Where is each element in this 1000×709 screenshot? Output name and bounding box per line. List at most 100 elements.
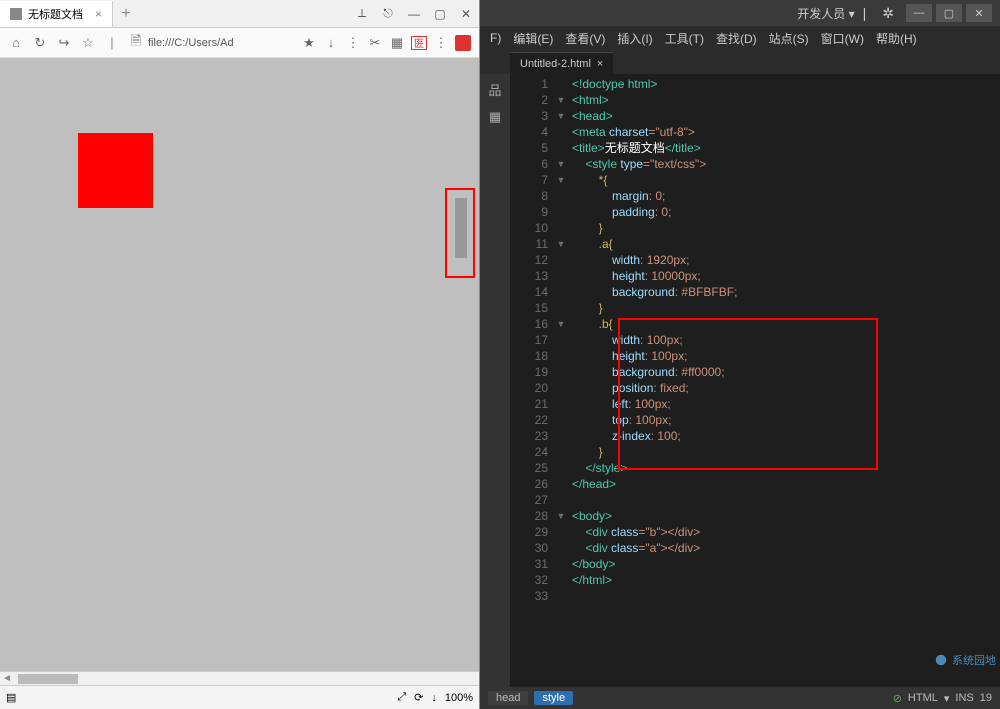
- browser-status-bar: ▤ ⤢ ⟳ ↓ 100%: [0, 685, 479, 709]
- maximize-button[interactable]: ▢: [427, 1, 453, 27]
- extension-badge-icon[interactable]: [455, 35, 471, 51]
- more-dots-icon[interactable]: ⋮: [433, 35, 449, 51]
- fold-marker: [554, 268, 568, 284]
- url-input[interactable]: 🗎 file:///C:/Users/Ad: [128, 35, 293, 51]
- fold-gutter[interactable]: ▼▼▼▼▼▼▼: [554, 74, 568, 687]
- refresh-status-icon[interactable]: ⟳: [414, 691, 423, 704]
- close-icon[interactable]: ×: [597, 58, 603, 70]
- ide-minimize-button[interactable]: —: [906, 4, 932, 22]
- close-icon[interactable]: ×: [95, 7, 102, 21]
- line-number: 15: [510, 300, 548, 316]
- scroll-left-icon[interactable]: ◄: [0, 673, 14, 684]
- new-tab-button[interactable]: +: [113, 5, 139, 23]
- favorite-icon[interactable]: ☆: [80, 35, 96, 51]
- line-number: 33: [510, 588, 548, 604]
- fold-marker: [554, 76, 568, 92]
- window-split-icon[interactable]: ⟂: [349, 1, 375, 27]
- breadcrumb-style[interactable]: style: [534, 691, 573, 705]
- ide-window: 开发人员 ▾ | ✲ — ▢ ✕ F) 编辑(E) 查看(V) 插入(I) 工具…: [480, 0, 1000, 709]
- gear-icon[interactable]: ✲: [882, 5, 894, 22]
- home-icon[interactable]: ⌂: [8, 35, 24, 51]
- menu-edit[interactable]: 编辑(E): [507, 30, 559, 47]
- language-mode[interactable]: HTML: [908, 692, 938, 704]
- ide-title-bar: 开发人员 ▾ | ✲ — ▢ ✕: [480, 0, 1000, 26]
- fold-marker: [554, 524, 568, 540]
- menu-file[interactable]: F): [484, 31, 507, 45]
- ext-icon[interactable]: 匥: [411, 36, 427, 50]
- file-tab[interactable]: Untitled-2.html ×: [510, 52, 613, 74]
- window-extra-icon[interactable]: ⎋: [375, 1, 401, 27]
- line-number: 1: [510, 76, 548, 92]
- ide-status-bar: head style ⊘ HTML ▾ INS 19: [480, 687, 1000, 709]
- more-icon[interactable]: ⋮: [345, 35, 361, 51]
- horizontal-scrollbar[interactable]: ◄: [0, 671, 479, 685]
- menu-tools[interactable]: 工具(T): [659, 30, 710, 47]
- chevron-down-icon[interactable]: ▾: [944, 692, 950, 705]
- fold-marker: [554, 396, 568, 412]
- layout-icon[interactable]: ▤: [6, 691, 16, 704]
- ide-close-button[interactable]: ✕: [966, 4, 992, 22]
- menu-site[interactable]: 站点(S): [763, 30, 815, 47]
- code-editor[interactable]: <!doctype html> <html> <head> <meta char…: [568, 74, 1000, 687]
- line-number: 28: [510, 508, 548, 524]
- fold-marker[interactable]: ▼: [554, 172, 568, 188]
- fold-marker: [554, 284, 568, 300]
- fold-marker[interactable]: ▼: [554, 316, 568, 332]
- page-viewport[interactable]: [0, 58, 479, 671]
- structure-icon[interactable]: 品: [486, 80, 504, 98]
- line-number: 2: [510, 92, 548, 108]
- line-number: 18: [510, 348, 548, 364]
- ide-maximize-button[interactable]: ▢: [936, 4, 962, 22]
- menu-view[interactable]: 查看(V): [559, 30, 611, 47]
- fold-marker[interactable]: ▼: [554, 108, 568, 124]
- close-window-button[interactable]: ✕: [453, 1, 479, 27]
- line-number: 26: [510, 476, 548, 492]
- page-icon: 🗎: [128, 35, 144, 51]
- editor-area: 品 ▦ 123456789101112131415161718192021222…: [480, 74, 1000, 687]
- toolbar-icons: ★ ↓ ⋮ ✂ ▦ 匥 ⋮: [301, 35, 471, 51]
- scissor-icon[interactable]: ✂: [367, 35, 383, 51]
- browser-tab[interactable]: 无标题文档 ×: [0, 1, 113, 27]
- fold-marker: [554, 428, 568, 444]
- fold-marker: [554, 412, 568, 428]
- line-number: 4: [510, 124, 548, 140]
- fold-marker: [554, 252, 568, 268]
- line-number: 5: [510, 140, 548, 156]
- menu-help[interactable]: 帮助(H): [870, 30, 923, 47]
- assets-icon[interactable]: ▦: [486, 108, 504, 126]
- line-gutter: 1234567891011121314151617181920212223242…: [510, 74, 554, 687]
- developer-menu[interactable]: 开发人员 ▾: [797, 5, 854, 22]
- line-number: 22: [510, 412, 548, 428]
- watermark-icon: [932, 651, 950, 669]
- window-controls: ⟂ ⎋ — ▢ ✕: [349, 1, 479, 27]
- download-status-icon[interactable]: ↓: [431, 692, 437, 704]
- download-icon[interactable]: ↓: [323, 35, 339, 51]
- line-number: 31: [510, 556, 548, 572]
- fold-marker[interactable]: ▼: [554, 92, 568, 108]
- forward-icon[interactable]: ↪: [56, 35, 72, 51]
- fold-marker: [554, 476, 568, 492]
- reload-icon[interactable]: ↻: [32, 35, 48, 51]
- fold-marker[interactable]: ▼: [554, 156, 568, 172]
- fold-marker[interactable]: ▼: [554, 236, 568, 252]
- error-icon[interactable]: ⊘: [893, 692, 902, 705]
- menu-window[interactable]: 窗口(W): [815, 30, 870, 47]
- fold-marker: [554, 124, 568, 140]
- grid-icon[interactable]: ▦: [389, 35, 405, 51]
- fold-marker: [554, 188, 568, 204]
- fold-marker: [554, 492, 568, 508]
- fixed-red-box: [78, 133, 153, 208]
- star-icon[interactable]: ★: [301, 35, 317, 51]
- menu-find[interactable]: 查找(D): [710, 30, 763, 47]
- fold-marker[interactable]: ▼: [554, 508, 568, 524]
- horizontal-scrollbar-thumb[interactable]: [18, 674, 78, 684]
- zoom-level[interactable]: 100%: [445, 692, 473, 704]
- line-number: 9: [510, 204, 548, 220]
- menu-insert[interactable]: 插入(I): [611, 30, 658, 47]
- fold-marker: [554, 300, 568, 316]
- breadcrumb-head[interactable]: head: [488, 691, 528, 705]
- line-number: 21: [510, 396, 548, 412]
- fullscreen-icon[interactable]: ⤢: [397, 691, 406, 704]
- fold-marker: [554, 572, 568, 588]
- minimize-button[interactable]: —: [401, 1, 427, 27]
